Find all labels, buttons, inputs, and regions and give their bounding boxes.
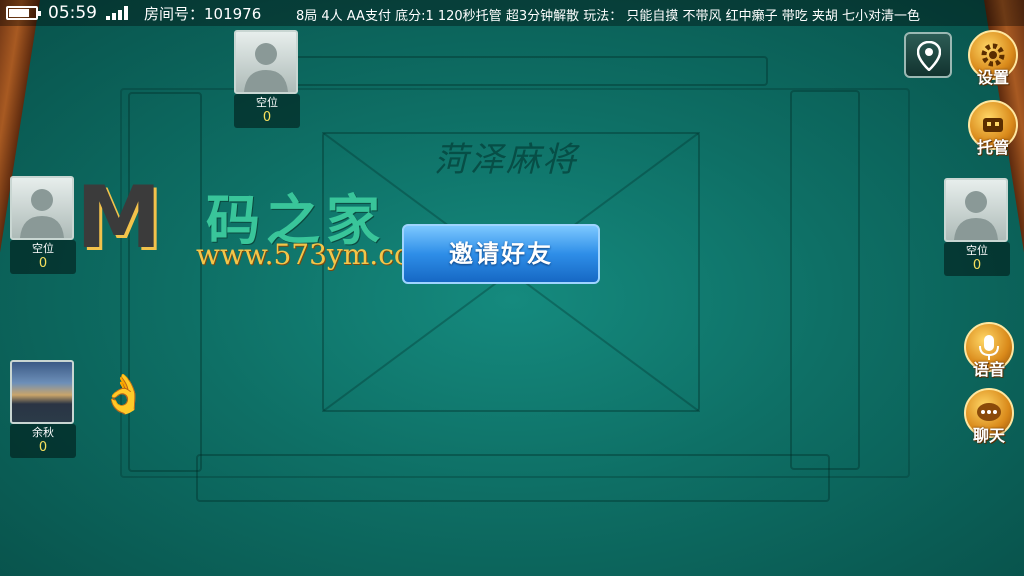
seat-self[interactable]: 余秋 0 — [10, 360, 76, 458]
seat-right[interactable]: 空位 0 — [944, 178, 1010, 276]
location-pin-icon — [917, 41, 941, 71]
seat-left[interactable]: 空位 0 — [10, 176, 76, 274]
watermark-logo: M — [76, 168, 162, 268]
chat-label: 聊天 — [972, 426, 1005, 445]
clock: 05:59 — [48, 3, 97, 23]
status-bar: 05:59 房间号：101976 8局 4人 AA支付 底分:1 120秒托管 … — [0, 0, 1024, 26]
seat-name: 空位 — [256, 96, 278, 109]
felt-top-slot — [248, 56, 768, 86]
location-button[interactable] — [904, 32, 952, 78]
voice-label: 语音 — [972, 360, 1005, 379]
felt-right-slot — [790, 90, 860, 470]
seat-info: 空位 0 — [944, 242, 1010, 276]
seat-score: 0 — [38, 440, 48, 455]
seat-score: 0 — [38, 256, 48, 271]
game-rules: 8局 4人 AA支付 底分:1 120秒托管 超3分钟解散 玩法： 只能自摸 不… — [296, 9, 921, 24]
seat-top[interactable]: 空位 0 — [234, 30, 300, 128]
signal-icon — [106, 6, 128, 20]
seat-score: 0 — [972, 258, 982, 273]
room-number: 房间号：101976 — [144, 5, 262, 23]
settings-button[interactable]: 设置 — [966, 30, 1020, 92]
empty-avatar — [234, 30, 298, 94]
seat-name: 余秋 — [32, 426, 54, 439]
seat-name: 空位 — [966, 244, 988, 257]
game-table: 菏泽麻将 05:59 房间号：101976 8局 4人 AA支付 底分:1 12… — [0, 0, 1024, 576]
seat-info: 空位 0 — [10, 240, 76, 274]
seat-info: 空位 0 — [234, 94, 300, 128]
person-icon — [954, 191, 998, 240]
settings-label: 设置 — [976, 68, 1009, 87]
seat-name: 空位 — [32, 242, 54, 255]
empty-avatar — [10, 176, 74, 240]
seat-info: 余秋 0 — [10, 424, 76, 458]
battery-icon — [6, 6, 41, 20]
person-icon — [244, 43, 288, 92]
auto-play-label: 托管 — [976, 138, 1009, 157]
table-logo-text: 菏泽麻将 — [434, 140, 578, 180]
person-icon — [20, 189, 64, 238]
voice-button[interactable]: 语音 — [962, 322, 1016, 384]
empty-avatar — [944, 178, 1008, 242]
battery-fill — [9, 9, 29, 17]
invite-friends-button[interactable]: 邀请好友 — [402, 224, 600, 284]
chat-button[interactable]: 聊天 — [962, 388, 1016, 450]
ready-ok-hand-icon: 👌 — [100, 372, 148, 416]
auto-play-button[interactable]: 托管 — [966, 100, 1020, 162]
seat-score: 0 — [262, 110, 272, 125]
player-avatar — [10, 360, 74, 424]
left-table-rail — [0, 0, 40, 576]
felt-bottom-slot — [196, 454, 830, 502]
